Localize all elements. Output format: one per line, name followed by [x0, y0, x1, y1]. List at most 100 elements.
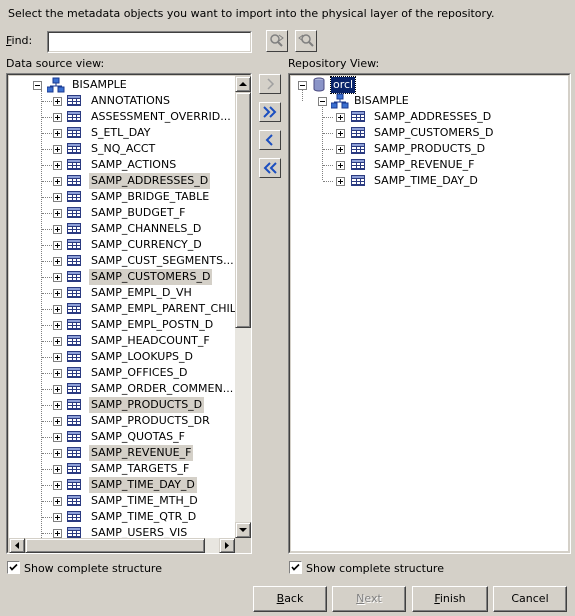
expand-icon[interactable] — [53, 161, 62, 170]
expand-icon[interactable] — [53, 129, 62, 138]
expand-icon[interactable] — [53, 337, 62, 346]
datasource-table-row[interactable]: SAMP_HEADCOUNT_F — [9, 333, 235, 349]
expand-icon[interactable] — [53, 289, 62, 298]
expand-icon[interactable] — [53, 433, 62, 442]
repository-table-row[interactable]: SAMP_TIME_DAY_D — [291, 173, 568, 189]
repository-table-row[interactable]: SAMP_ADDRESSES_D — [291, 109, 568, 125]
datasource-table-row[interactable]: SAMP_BRIDGE_TABLE — [9, 189, 235, 205]
expand-icon[interactable] — [53, 481, 62, 490]
finish-button[interactable]: Finish — [412, 586, 488, 612]
expand-icon[interactable] — [53, 465, 62, 474]
datasource-vertical-scrollbar[interactable] — [235, 76, 251, 538]
expand-icon[interactable] — [53, 241, 62, 250]
expand-icon[interactable] — [53, 113, 62, 122]
back-button[interactable]: Back — [253, 586, 327, 612]
datasource-show-complete-checkbox[interactable] — [7, 561, 20, 574]
datasource-table-row[interactable]: SAMP_BUDGET_F — [9, 205, 235, 221]
repository-schema-row[interactable]: BISAMPLE — [291, 93, 568, 109]
expand-icon[interactable] — [53, 529, 62, 538]
datasource-table-row[interactable]: SAMP_CUSTOMERS_D — [9, 269, 235, 285]
datasource-table-row[interactable]: SAMP_TARGETS_F — [9, 461, 235, 477]
datasource-table-row[interactable]: SAMP_OFFICES_D — [9, 365, 235, 381]
collapse-icon[interactable] — [33, 81, 42, 90]
datasource-table-row[interactable]: SAMP_EMPL_D_VH — [9, 285, 235, 301]
datasource-table-row[interactable]: SAMP_PRODUCTS_D — [9, 397, 235, 413]
datasource-table-row[interactable]: SAMP_ACTIONS — [9, 157, 235, 173]
expand-icon[interactable] — [53, 369, 62, 378]
datasource-table-row[interactable]: SAMP_ADDRESSES_D — [9, 173, 235, 189]
expand-icon[interactable] — [336, 161, 345, 170]
datasource-table-row[interactable]: SAMP_TIME_MTH_D — [9, 493, 235, 509]
add-all-button[interactable] — [259, 102, 281, 122]
expand-icon[interactable] — [53, 209, 62, 218]
find-previous-icon — [298, 34, 314, 47]
table-icon — [67, 383, 81, 394]
expand-icon[interactable] — [53, 225, 62, 234]
repository-table-row[interactable]: SAMP_PRODUCTS_D — [291, 141, 568, 157]
repository-table-row[interactable]: SAMP_CUSTOMERS_D — [291, 125, 568, 141]
datasource-table-row[interactable]: ANNOTATIONS — [9, 93, 235, 109]
remove-all-button[interactable] — [259, 158, 281, 178]
datasource-table-row[interactable]: SAMP_EMPL_PARENT_CHIL — [9, 301, 235, 317]
datasource-table-row[interactable]: SAMP_QUOTAS_F — [9, 429, 235, 445]
datasource-table-row[interactable]: SAMP_LOOKUPS_D — [9, 349, 235, 365]
find-next-button[interactable] — [266, 30, 288, 52]
expand-icon[interactable] — [53, 385, 62, 394]
scroll-left-button[interactable] — [9, 538, 25, 553]
datasource-table-row[interactable]: SAMP_USERS_VIS — [9, 525, 235, 538]
expand-icon[interactable] — [53, 417, 62, 426]
find-previous-button[interactable] — [295, 30, 317, 52]
table-icon — [67, 495, 81, 506]
expand-icon[interactable] — [53, 401, 62, 410]
datasource-table-row[interactable]: SAMP_TIME_DAY_D — [9, 477, 235, 493]
expand-icon[interactable] — [336, 129, 345, 138]
hscroll-thumb[interactable] — [25, 538, 205, 553]
scroll-down-button[interactable] — [235, 522, 251, 538]
expand-icon[interactable] — [53, 273, 62, 282]
datasource-root-row[interactable]: BISAMPLE — [9, 77, 235, 93]
find-input[interactable] — [48, 32, 251, 52]
datasource-table-row[interactable]: SAMP_CHANNELS_D — [9, 221, 235, 237]
expand-icon[interactable] — [53, 497, 62, 506]
datasource-table-row[interactable]: SAMP_PRODUCTS_DR — [9, 413, 235, 429]
repository-root-row[interactable]: orcl — [291, 76, 568, 94]
scroll-thumb[interactable] — [235, 92, 251, 328]
expand-icon[interactable] — [336, 145, 345, 154]
datasource-horizontal-scrollbar[interactable] — [9, 538, 235, 553]
datasource-table-row[interactable]: SAMP_TIME_QTR_D — [9, 509, 235, 525]
datasource-table-row[interactable]: S_ETL_DAY — [9, 125, 235, 141]
collapse-icon[interactable] — [318, 97, 327, 106]
repository-show-complete-checkbox[interactable] — [289, 561, 302, 574]
expand-icon[interactable] — [53, 257, 62, 266]
expand-icon[interactable] — [53, 305, 62, 314]
expand-icon[interactable] — [336, 113, 345, 122]
datasource-table-row[interactable]: SAMP_ORDER_COMMEN... — [9, 381, 235, 397]
expand-icon[interactable] — [53, 353, 62, 362]
add-all-icon — [263, 106, 277, 118]
expand-icon[interactable] — [53, 513, 62, 522]
cancel-button[interactable]: Cancel — [493, 586, 567, 612]
datasource-tree[interactable]: BISAMPLE ANNOTATIONS ASSESSMENT_OVERRID..… — [9, 76, 235, 538]
expand-icon[interactable] — [336, 177, 345, 186]
expand-icon[interactable] — [53, 145, 62, 154]
datasource-table-row[interactable]: SAMP_CURRENCY_D — [9, 237, 235, 253]
repository-tree[interactable]: orcl BISAMPLE SAMP_ADDRESSES_D SAMP_CUSTO… — [291, 76, 568, 551]
add-button[interactable] — [259, 74, 281, 94]
datasource-table-row[interactable]: ASSESSMENT_OVERRID... — [9, 109, 235, 125]
datasource-table-row[interactable]: SAMP_EMPL_POSTN_D — [9, 317, 235, 333]
scroll-up-button[interactable] — [235, 76, 251, 92]
datasource-table-row[interactable]: SAMP_CUST_SEGMENTS... — [9, 253, 235, 269]
remove-button[interactable] — [259, 130, 281, 150]
table-icon — [67, 511, 81, 522]
collapse-icon[interactable] — [298, 81, 307, 90]
datasource-table-row[interactable]: SAMP_REVENUE_F — [9, 445, 235, 461]
expand-icon[interactable] — [53, 97, 62, 106]
repository-table-row[interactable]: SAMP_REVENUE_F — [291, 157, 568, 173]
expand-icon[interactable] — [53, 321, 62, 330]
datasource-table-row[interactable]: S_NQ_ACCT — [9, 141, 235, 157]
next-button[interactable]: Next — [332, 586, 406, 612]
expand-icon[interactable] — [53, 449, 62, 458]
expand-icon[interactable] — [53, 177, 62, 186]
expand-icon[interactable] — [53, 193, 62, 202]
scroll-right-button[interactable] — [219, 538, 235, 553]
